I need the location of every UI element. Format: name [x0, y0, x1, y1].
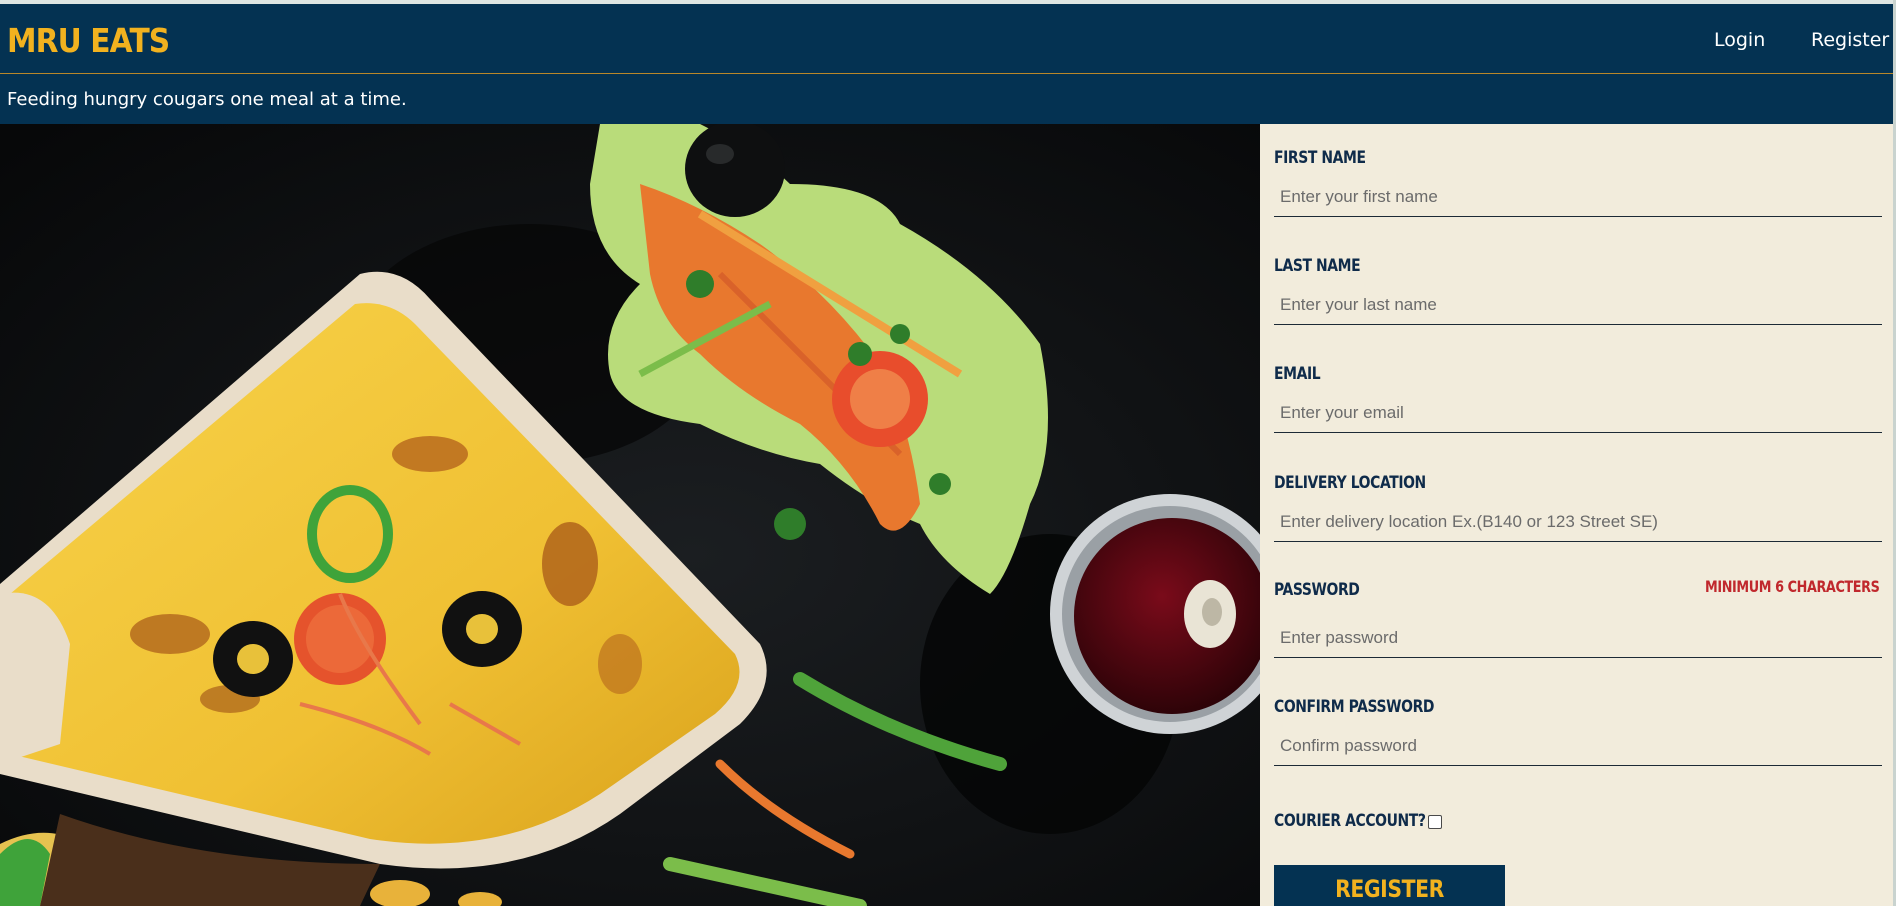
navbar: MRU EATS Login Register [0, 4, 1893, 74]
confirm-password-input[interactable] [1274, 726, 1882, 766]
password-requirement-note: Minimum 6 characters [1705, 577, 1880, 596]
brand-logo[interactable]: MRU EATS [7, 21, 170, 60]
tagline-bar: Feeding hungry cougars one meal at a tim… [0, 74, 1893, 124]
last-name-input[interactable] [1274, 285, 1882, 325]
registration-form: First Name Last Name Email Delivery Loca… [1260, 124, 1893, 906]
nav-login-link[interactable]: Login [1714, 29, 1765, 51]
courier-account-label: Courier Account? [1274, 811, 1426, 831]
courier-account-checkbox[interactable] [1428, 815, 1442, 829]
email-input[interactable] [1274, 393, 1882, 433]
food-illustration [0, 124, 1260, 906]
register-button[interactable]: Register [1274, 865, 1505, 906]
tagline: Feeding hungry cougars one meal at a tim… [7, 89, 407, 110]
password-input[interactable] [1274, 618, 1882, 658]
app-viewport: MRU EATS Login Register Feeding hungry c… [0, 0, 1896, 906]
email-label: Email [1274, 364, 1321, 384]
first-name-input[interactable] [1274, 177, 1882, 217]
register-button-label: Register [1335, 875, 1444, 903]
delivery-location-input[interactable] [1274, 502, 1882, 542]
last-name-label: Last Name [1274, 256, 1361, 276]
first-name-label: First Name [1274, 148, 1366, 168]
password-label: Password [1274, 580, 1360, 600]
confirm-password-label: Confirm Password [1274, 697, 1435, 717]
delivery-location-label: Delivery Location [1274, 473, 1426, 493]
hero-food-image [0, 124, 1260, 906]
nav-register-link[interactable]: Register [1811, 29, 1889, 51]
